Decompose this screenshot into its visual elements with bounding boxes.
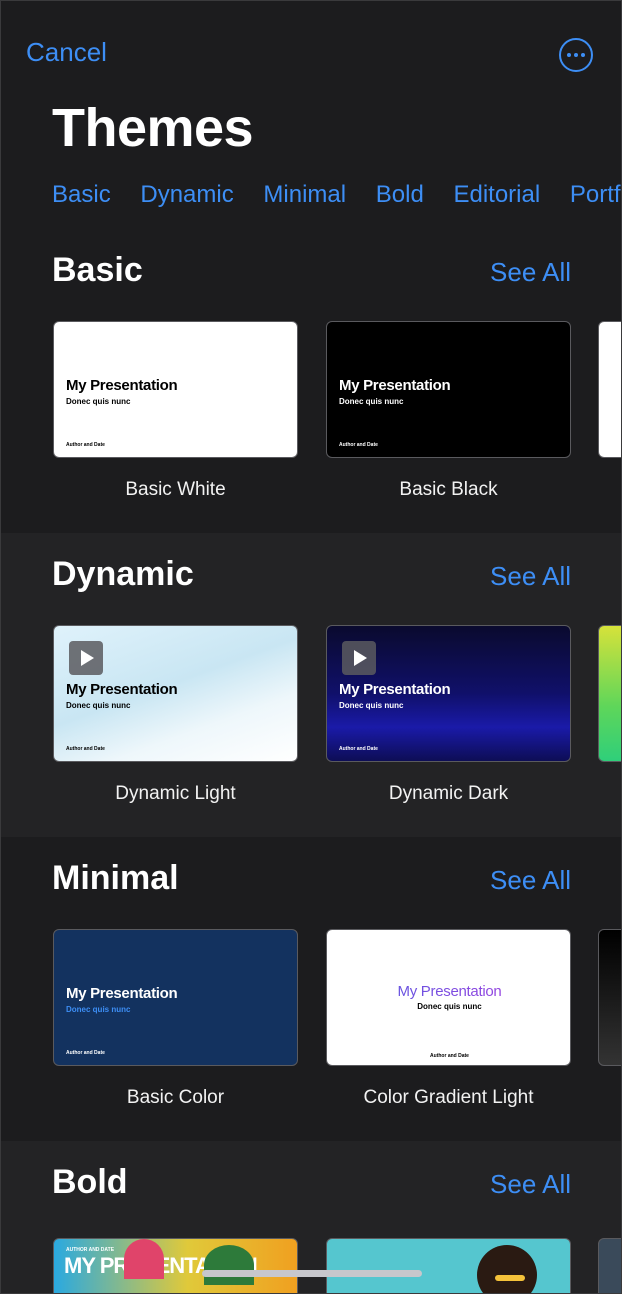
- slide-author: Author and Date: [66, 442, 105, 448]
- see-all-basic-button[interactable]: See All: [490, 257, 571, 288]
- see-all-bold-button[interactable]: See All: [490, 1169, 571, 1200]
- person-illustration-icon: [204, 1245, 254, 1285]
- theme-basic-black[interactable]: My Presentation Donec quis nunc Author a…: [326, 321, 571, 458]
- slide-author: Author and Date: [66, 1050, 105, 1056]
- theme-basic-white[interactable]: My Presentation Donec quis nunc Author a…: [53, 321, 298, 458]
- section-title: Bold: [52, 1163, 128, 1201]
- theme-caption: Basic White: [125, 479, 226, 500]
- slide-subtitle: Donec quis nunc: [417, 1002, 482, 1011]
- play-icon: [69, 641, 103, 675]
- section-title: Minimal: [52, 859, 179, 897]
- theme-dynamic-light[interactable]: My Presentation Donec quis nunc Author a…: [53, 625, 298, 762]
- slide-title: My Presentation: [66, 985, 178, 1002]
- slide-title: My Presentation: [339, 681, 451, 698]
- slide-subtitle: Donec quis nunc: [66, 397, 131, 406]
- slide-subtitle: Donec quis nunc: [339, 701, 404, 710]
- slide-title: My Presentation: [327, 983, 570, 1000]
- see-all-minimal-button[interactable]: See All: [490, 865, 571, 896]
- theme-caption: Basic Color: [126, 1087, 225, 1108]
- person-illustration-icon: [124, 1239, 164, 1279]
- theme-next-partial[interactable]: [598, 321, 621, 458]
- slide-title: My Presentation: [66, 377, 178, 394]
- section-dynamic: Dynamic See All My Presentation Donec qu…: [1, 533, 621, 837]
- slide-subtitle: Donec quis nunc: [339, 397, 404, 406]
- theme-chooser: Cancel Themes Basic Dynamic Minimal Bold…: [0, 0, 622, 1294]
- theme-dynamic-dark[interactable]: My Presentation Donec quis nunc Author a…: [326, 625, 571, 762]
- slide-title: My Presentation: [339, 377, 451, 394]
- portrait-icon: [477, 1245, 537, 1293]
- section-title: Dynamic: [52, 555, 194, 593]
- theme-bold-1[interactable]: AUTHOR AND DATE MY PRESENTATION: [53, 1238, 298, 1293]
- play-icon: [342, 641, 376, 675]
- category-dynamic[interactable]: Dynamic: [140, 181, 233, 208]
- category-bar: Basic Dynamic Minimal Bold Editorial Por…: [52, 181, 621, 209]
- slide-subtitle: Donec quis nunc: [66, 701, 131, 710]
- theme-caption: Dynamic Light: [115, 783, 236, 804]
- category-portfolio[interactable]: Portfo: [570, 181, 621, 208]
- category-minimal[interactable]: Minimal: [263, 181, 346, 208]
- category-bold[interactable]: Bold: [376, 181, 424, 208]
- theme-basic-color[interactable]: My Presentation Donec quis nunc Author a…: [53, 929, 298, 1066]
- see-all-dynamic-button[interactable]: See All: [490, 561, 571, 592]
- category-editorial[interactable]: Editorial: [453, 181, 540, 208]
- category-basic[interactable]: Basic: [52, 181, 111, 208]
- sunglasses-icon: [495, 1275, 525, 1281]
- theme-next-partial[interactable]: [598, 1238, 621, 1293]
- theme-caption: Color Gradient Light: [363, 1087, 534, 1108]
- ellipsis-circle-icon[interactable]: [559, 38, 593, 72]
- page-title: Themes: [52, 98, 254, 158]
- theme-color-gradient-light[interactable]: My Presentation Donec quis nunc Author a…: [326, 929, 571, 1066]
- theme-caption: Dynamic Dark: [388, 783, 509, 804]
- slide-author: Author and Date: [339, 442, 378, 448]
- section-title: Basic: [52, 251, 143, 289]
- home-indicator[interactable]: [202, 1270, 422, 1277]
- slide-author: Author and Date: [339, 746, 378, 752]
- slide-author: Author and Date: [430, 1053, 469, 1059]
- section-basic: Basic See All My Presentation Donec quis…: [1, 229, 621, 533]
- slide-title: My Presentation: [66, 681, 178, 698]
- slide-author: Author and Date: [66, 746, 105, 752]
- theme-bold-2[interactable]: [326, 1238, 571, 1293]
- theme-next-partial[interactable]: [598, 929, 621, 1066]
- slide-subtitle: Donec quis nunc: [66, 1005, 131, 1014]
- theme-caption: Basic Black: [399, 479, 498, 500]
- section-minimal: Minimal See All My Presentation Donec qu…: [1, 837, 621, 1141]
- theme-next-partial[interactable]: [598, 625, 621, 762]
- cancel-button[interactable]: Cancel: [26, 37, 107, 68]
